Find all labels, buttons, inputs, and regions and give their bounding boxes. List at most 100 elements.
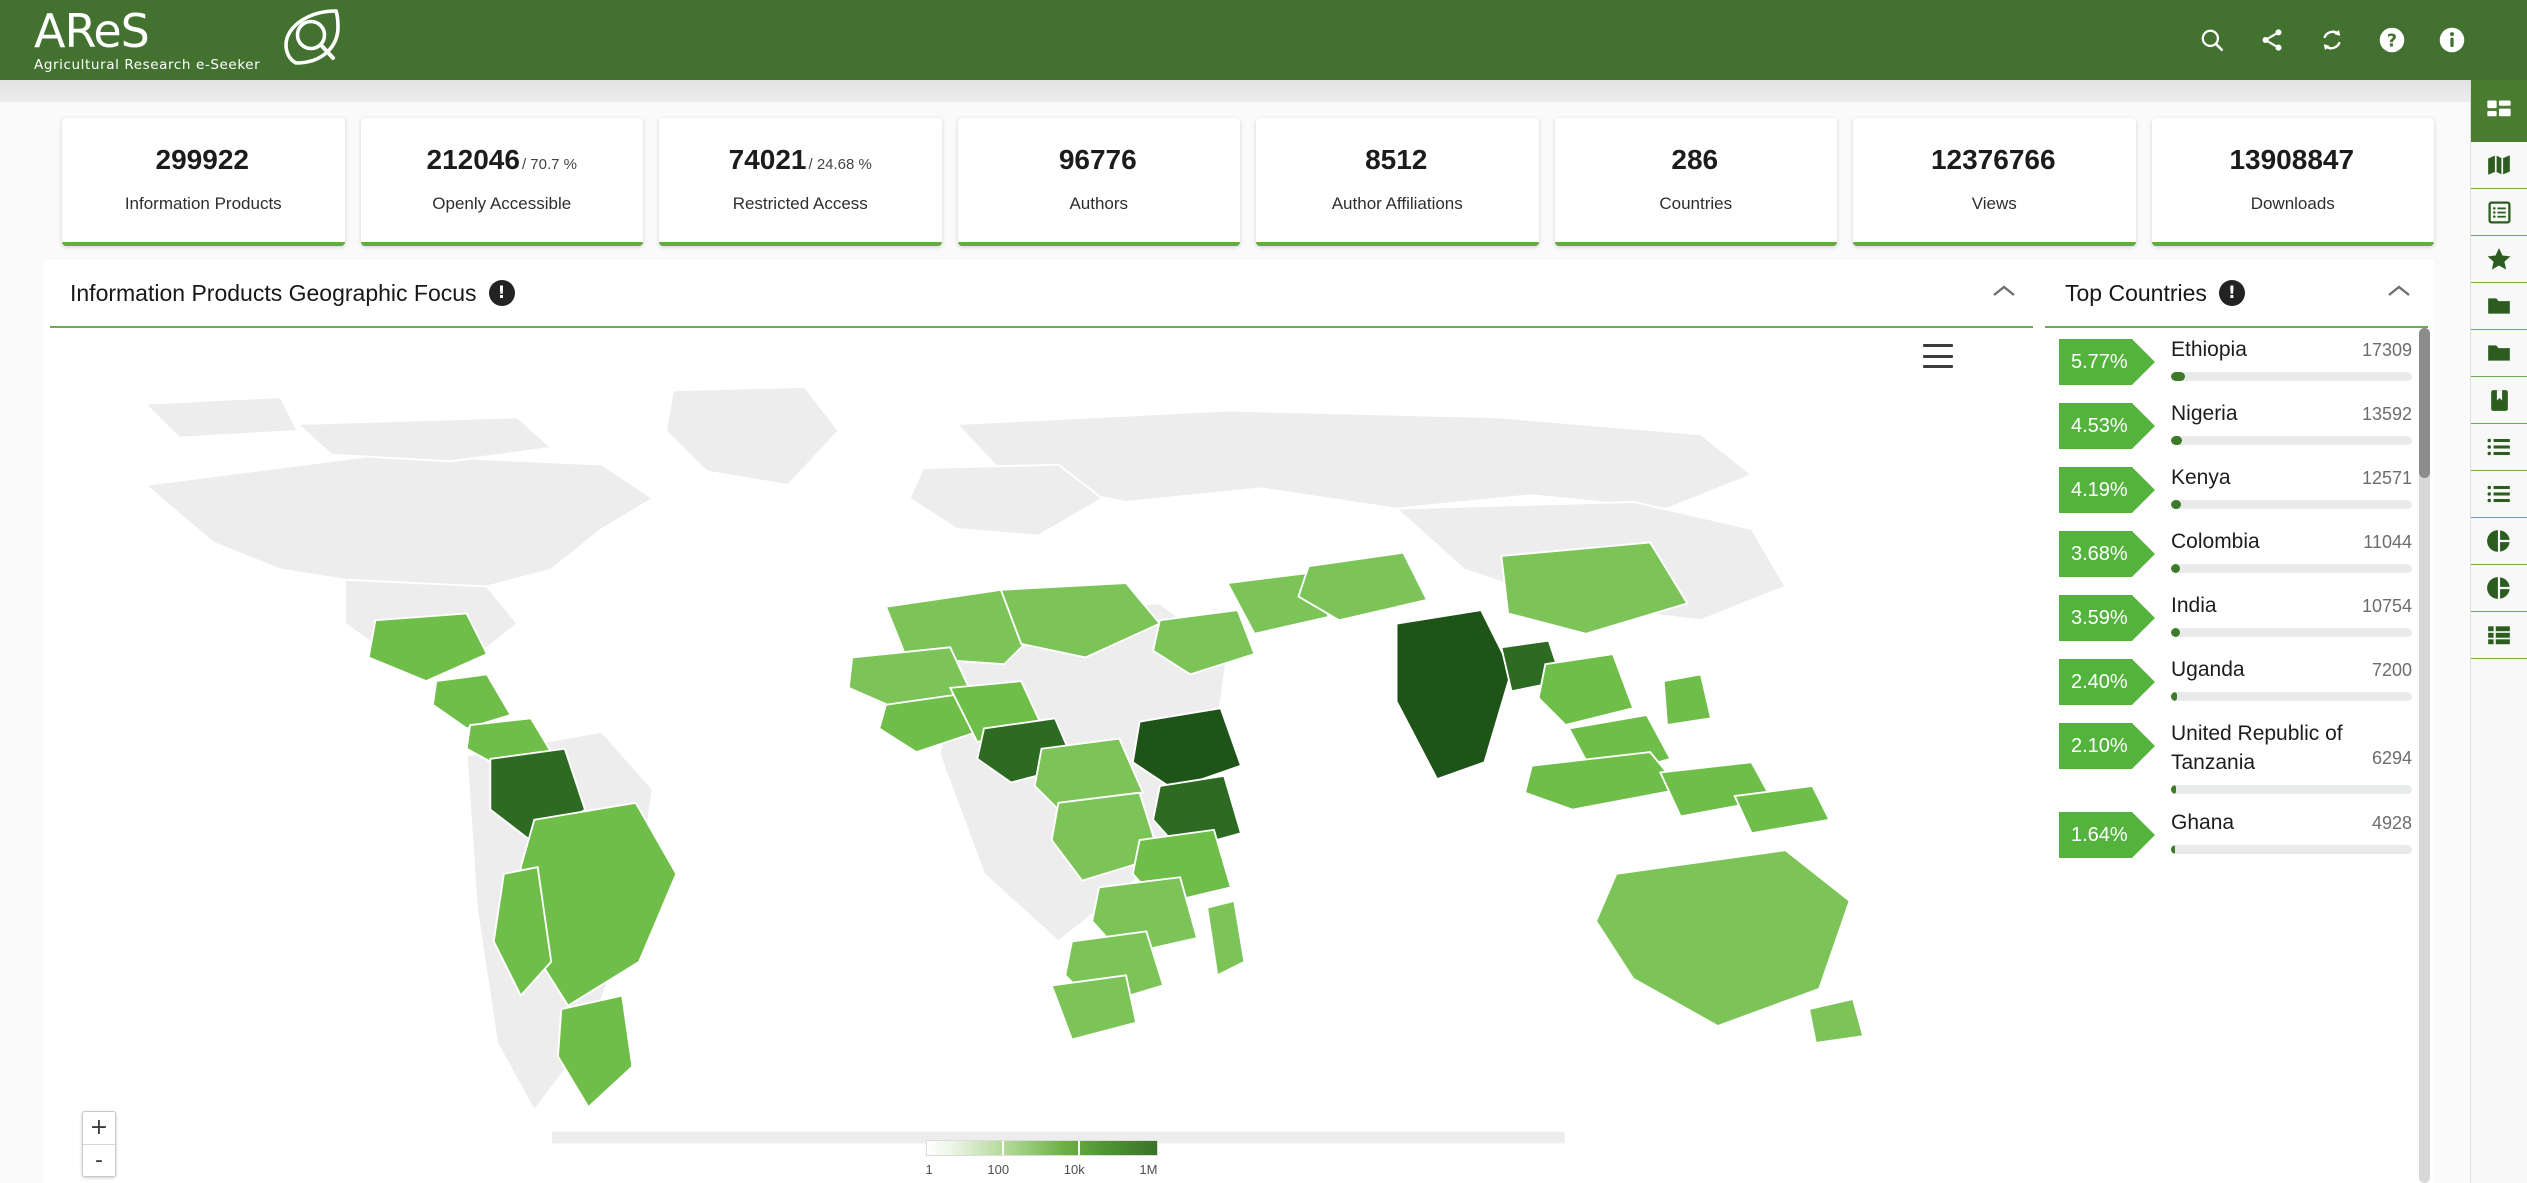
countries-scrollbar[interactable] <box>2419 328 2430 1183</box>
country-name: United Republic of Tanzania <box>2171 722 2343 774</box>
percent-badge: 1.64% <box>2059 812 2155 858</box>
percent-badge: 4.19% <box>2059 467 2155 513</box>
scrollbar-thumb[interactable] <box>2419 328 2430 478</box>
world-map[interactable]: + - 1 100 10k 1M <box>44 328 2039 1183</box>
stat-label: Openly Accessible <box>432 194 572 213</box>
zoom-in-button[interactable]: + <box>83 1112 115 1144</box>
map-panel-header: Information Products Geographic Focus ! <box>44 260 2039 326</box>
sidebar-item-bullet-list-2[interactable] <box>2471 471 2527 518</box>
progress-bar <box>2171 500 2412 509</box>
progress-bar <box>2171 628 2412 637</box>
country-name: Nigeria <box>2171 402 2238 425</box>
list-item[interactable]: 2.10% United Republic of Tanzania 6294 <box>2045 712 2412 801</box>
progress-bar <box>2171 692 2412 701</box>
legend-tick: 1M <box>1139 1162 1158 1177</box>
alert-icon[interactable]: ! <box>2218 280 2245 306</box>
stat-card[interactable]: 12376766 Views <box>1853 118 2136 246</box>
country-count: 4928 <box>2371 813 2412 833</box>
info-icon[interactable] <box>2437 25 2467 55</box>
percent-badge: 3.59% <box>2059 595 2155 641</box>
progress-bar <box>2171 845 2412 854</box>
panels-row: Information Products Geographic Focus ! <box>0 260 2470 1183</box>
share-icon[interactable] <box>2257 25 2287 55</box>
stat-label: Restricted Access <box>732 194 868 213</box>
leaf-magnifier-icon <box>278 8 342 72</box>
app-header: AReS Agricultural Research e-Seeker ? <box>0 0 2527 80</box>
map-legend: 1 100 10k 1M <box>925 1140 1158 1177</box>
sidebar-item-bullet-list[interactable] <box>2471 424 2527 471</box>
app-logo[interactable]: AReS Agricultural Research e-Seeker <box>34 8 342 73</box>
stat-card[interactable]: 8512 Author Affiliations <box>1256 118 1539 246</box>
progress-bar <box>2171 785 2412 794</box>
list-item[interactable]: 4.53% Nigeria 13592 <box>2045 392 2412 456</box>
sidebar-item-map[interactable] <box>2471 142 2527 189</box>
legend-tick: 100 <box>987 1162 1010 1177</box>
country-count: 6294 <box>2371 748 2412 768</box>
map-panel: Information Products Geographic Focus ! <box>44 260 2039 1183</box>
country-count: 10754 <box>2361 596 2412 616</box>
stat-label: Authors <box>1069 194 1129 213</box>
refresh-icon[interactable] <box>2317 25 2347 55</box>
sidebar-item-pie-chart-2[interactable] <box>2471 565 2527 612</box>
chevron-up-icon[interactable] <box>1985 279 2023 308</box>
svg-text:?: ? <box>2387 31 2397 51</box>
ares-dashboard: AReS Agricultural Research e-Seeker ? 29… <box>0 0 2527 1183</box>
sidebar-item-favorites[interactable] <box>2471 236 2527 283</box>
map-svg[interactable] <box>44 328 2039 1183</box>
stat-card[interactable]: 96776 Authors <box>957 118 1240 246</box>
legend-tick: 1 <box>925 1162 933 1177</box>
country-name: Kenya <box>2171 466 2231 489</box>
stat-label: Downloads <box>2250 194 2335 213</box>
stat-cards: 299922 Information Products 212046/ 70.7… <box>0 102 2470 260</box>
sidebar-item-folder-2[interactable] <box>2471 330 2527 377</box>
chevron-up-icon[interactable] <box>2380 279 2418 308</box>
sidebar-item-pie-chart[interactable] <box>2471 518 2527 565</box>
stat-value: 12376766 <box>1930 144 2056 175</box>
stat-label: Views <box>1971 194 2017 213</box>
country-name: Colombia <box>2171 530 2260 553</box>
stat-card[interactable]: 212046/ 70.7 % Openly Accessible <box>360 118 643 246</box>
stat-label: Countries <box>1659 194 1733 213</box>
stat-value: 299922 <box>155 144 249 175</box>
search-icon[interactable] <box>2197 25 2227 55</box>
help-icon[interactable]: ? <box>2377 25 2407 55</box>
percent-badge: 5.77% <box>2059 339 2155 385</box>
sidebar-item-bookmark[interactable] <box>2471 377 2527 424</box>
alert-icon[interactable]: ! <box>488 280 515 306</box>
stat-card[interactable]: 13908847 Downloads <box>2151 118 2434 246</box>
stat-value: 74021 <box>728 144 807 175</box>
stat-card[interactable]: 299922 Information Products <box>62 118 345 246</box>
list-item[interactable]: 2.40% Uganda 7200 <box>2045 648 2412 712</box>
stat-label: Information Products <box>124 194 282 213</box>
toolbar-strip <box>0 80 2470 102</box>
main-content: 299922 Information Products 212046/ 70.7… <box>0 80 2470 1183</box>
sidebar-item-table[interactable] <box>2471 612 2527 659</box>
stat-value: 96776 <box>1058 144 1137 175</box>
stat-value: 212046 <box>426 144 520 175</box>
country-count: 17309 <box>2361 340 2412 360</box>
country-count: 13592 <box>2361 404 2412 424</box>
country-count: 7200 <box>2371 660 2412 680</box>
map-panel-title: Information Products Geographic Focus <box>70 279 477 306</box>
map-zoom-controls: + - <box>82 1111 116 1177</box>
stat-card[interactable]: 74021/ 24.68 % Restricted Access <box>659 118 942 246</box>
legend-tick: 10k <box>1063 1162 1085 1177</box>
country-name: Uganda <box>2171 658 2245 681</box>
zoom-out-button[interactable]: - <box>83 1144 115 1176</box>
list-item[interactable]: 4.19% Kenya 12571 <box>2045 456 2412 520</box>
countries-panel-title: Top Countries <box>2065 279 2207 306</box>
stat-value: 286 <box>1671 144 1719 175</box>
countries-list: 5.77% Ethiopia 17309 4.53% Nigeria 13592… <box>2045 328 2434 1183</box>
logo-title: AReS <box>34 3 150 58</box>
list-item[interactable]: 3.59% India 10754 <box>2045 584 2412 648</box>
stat-card[interactable]: 286 Countries <box>1554 118 1837 246</box>
sidebar-item-list-box[interactable] <box>2471 189 2527 236</box>
right-sidebar <box>2470 80 2527 1183</box>
dashboard-body: 299922 Information Products 212046/ 70.7… <box>0 80 2527 1183</box>
hamburger-menu-icon[interactable] <box>1923 344 1953 368</box>
list-item[interactable]: 3.68% Colombia 11044 <box>2045 520 2412 584</box>
sidebar-item-dashboard[interactable] <box>2471 80 2527 142</box>
list-item[interactable]: 1.64% Ghana 4928 <box>2045 801 2412 865</box>
list-item[interactable]: 5.77% Ethiopia 17309 <box>2045 328 2412 392</box>
sidebar-item-folder[interactable] <box>2471 283 2527 330</box>
